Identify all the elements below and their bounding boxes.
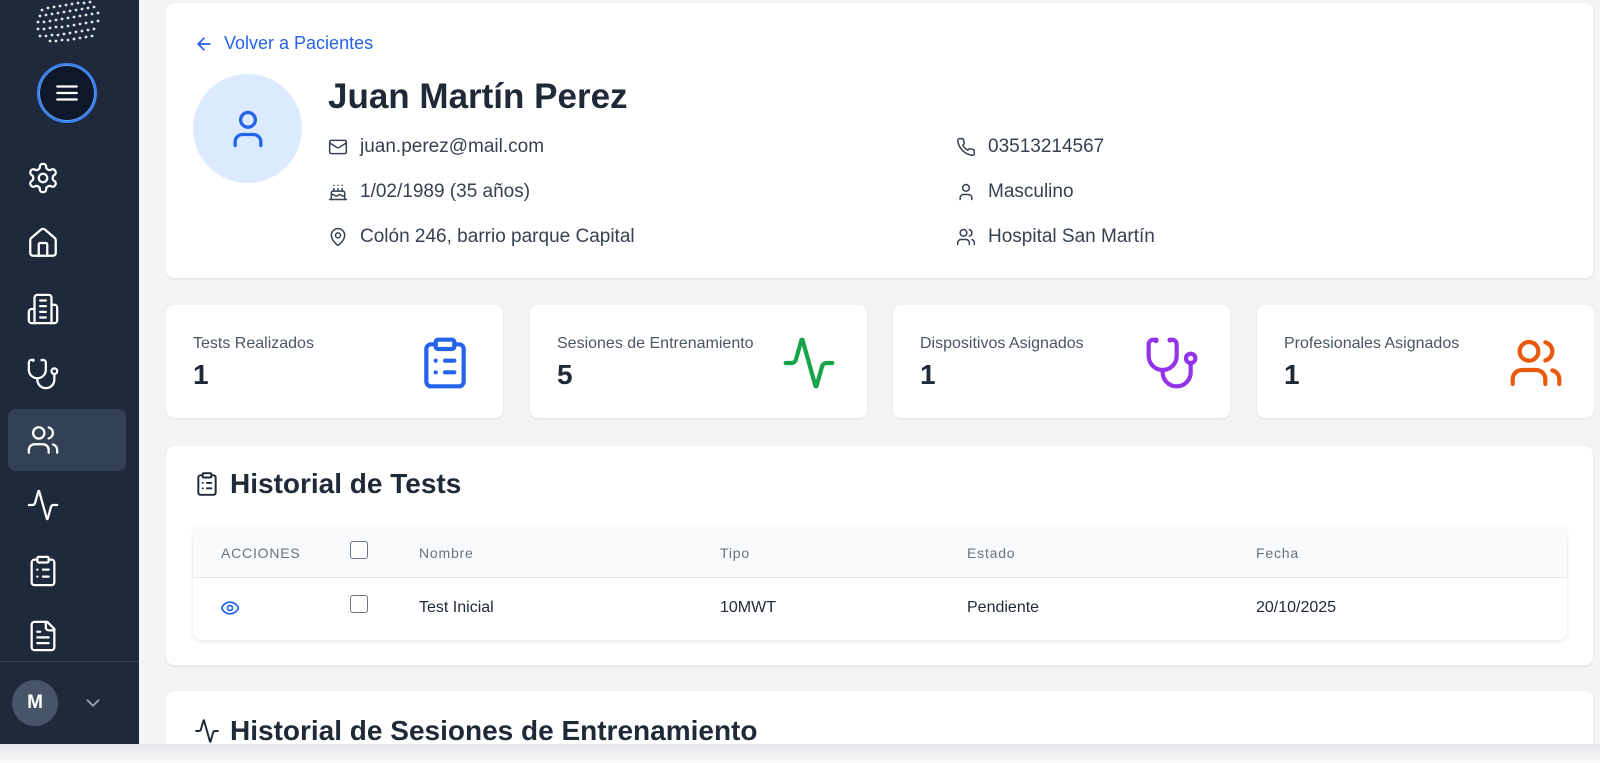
back-link-label: Volver a Pacientes [224, 33, 374, 53]
sidebar: M [0, 0, 139, 744]
column-header-acciones: ACCIONES [221, 545, 301, 561]
cake-icon [328, 184, 348, 201]
sessions-section-title: Historial de Sesiones de Entrenamiento [230, 715, 758, 746]
stat-label: Profesionales Asignados [1284, 335, 1460, 352]
stat-label: Dispositivos Asignados [920, 335, 1084, 352]
patient-phone: 03513214567 [956, 136, 1104, 158]
window-bottom-edge [0, 744, 1600, 763]
user-avatar[interactable]: M [12, 680, 58, 726]
patient-profile-card: Volver a Pacientes Juan Martín Perez jua… [166, 3, 1593, 278]
table-header: ACCIONES Nombre Tipo Estado Fecha [193, 527, 1567, 578]
column-header-tipo[interactable]: Tipo [720, 545, 750, 561]
activity-icon [27, 489, 59, 521]
stethoscope-icon [27, 358, 59, 390]
patient-email-value: juan.perez@mail.com [360, 136, 545, 157]
patient-institution: Hospital San Martín [956, 226, 1155, 248]
building-icon [27, 293, 59, 325]
brand-logo-icon [36, 0, 100, 43]
patient-gender-value: Masculino [988, 181, 1074, 202]
sidebar-item-devices[interactable] [8, 343, 126, 405]
sidebar-item-patients[interactable] [8, 409, 126, 471]
file-text-icon [30, 620, 56, 652]
patient-gender: Masculino [956, 181, 1074, 203]
clipboard-list-icon [424, 337, 466, 389]
users-icon [27, 426, 59, 454]
patient-birthdate-value: 1/02/1989 (35 años) [360, 181, 531, 202]
settings-icon [29, 162, 57, 194]
cell-fecha: 20/10/2025 [1256, 599, 1337, 616]
sidebar-item-tests[interactable] [8, 540, 126, 602]
cell-estado: Pendiente [967, 599, 1040, 616]
tests-section-heading: Historial de Tests [194, 468, 461, 500]
sidebar-item-institutions[interactable] [8, 278, 126, 340]
chevron-down-icon[interactable] [82, 692, 104, 714]
table-row[interactable]: Test Inicial 10MWT Pendiente 20/10/2025 [193, 578, 1567, 640]
user-icon [959, 183, 973, 201]
activity-icon [195, 719, 219, 743]
column-header-estado[interactable]: Estado [967, 545, 1015, 561]
home-icon [29, 227, 57, 257]
patient-avatar [193, 74, 302, 183]
stat-value: 1 [1284, 359, 1300, 390]
arrow-left-icon [197, 36, 211, 51]
cell-nombre: Test Inicial [419, 599, 494, 616]
stat-card-sessions: Sesiones de Entrenamiento 5 [530, 305, 867, 418]
users-icon [1510, 339, 1562, 387]
select-all-checkbox[interactable] [350, 541, 368, 559]
stethoscope-icon [1146, 337, 1198, 389]
patient-name: Juan Martín Perez [328, 77, 628, 116]
column-header-fecha[interactable]: Fecha [1256, 545, 1299, 561]
patient-address-value: Colón 246, barrio parque Capital [360, 226, 635, 247]
stat-card-tests: Tests Realizados 1 [166, 305, 503, 418]
tests-table: ACCIONES Nombre Tipo Estado Fecha Test I… [193, 527, 1567, 640]
stat-value: 1 [193, 359, 209, 390]
stat-value: 1 [920, 359, 936, 390]
column-header-nombre[interactable]: Nombre [419, 545, 474, 561]
map-pin-icon [330, 227, 346, 247]
sidebar-item-settings[interactable] [8, 147, 126, 209]
hamburger-icon [56, 85, 78, 101]
tests-history-card: Historial de Tests ACCIONES Nombre Tipo … [166, 446, 1593, 665]
sidebar-item-reports[interactable] [8, 605, 126, 667]
clipboard-list-icon [197, 472, 217, 496]
sessions-section-heading: Historial de Sesiones de Entrenamiento [194, 715, 757, 747]
back-to-patients-link[interactable]: Volver a Pacientes [194, 33, 373, 54]
sidebar-item-training[interactable] [8, 474, 126, 536]
row-checkbox[interactable] [350, 595, 368, 613]
stat-value: 5 [557, 359, 573, 390]
patient-address: Colón 246, barrio parque Capital [328, 226, 635, 248]
patient-phone-value: 03513214567 [988, 136, 1105, 157]
eye-icon[interactable] [220, 598, 240, 618]
stat-label: Sesiones de Entrenamiento [557, 335, 754, 352]
patient-email: juan.perez@mail.com [328, 136, 544, 158]
clipboard-list-icon [30, 555, 56, 587]
tests-section-title: Historial de Tests [230, 468, 462, 499]
sidebar-item-home[interactable] [8, 212, 126, 274]
user-icon [233, 110, 262, 147]
patient-institution-value: Hospital San Martín [988, 226, 1155, 247]
stat-label: Tests Realizados [193, 335, 314, 352]
mail-icon [328, 139, 348, 155]
cell-tipo: 10MWT [720, 599, 776, 616]
sidebar-divider [0, 661, 139, 662]
stat-card-devices: Dispositivos Asignados 1 [893, 305, 1230, 418]
users-icon [956, 228, 976, 246]
phone-icon [957, 137, 976, 157]
menu-toggle-button[interactable] [37, 63, 97, 123]
patient-birthdate: 1/02/1989 (35 años) [328, 181, 530, 203]
activity-icon [783, 337, 835, 389]
stat-card-professionals: Profesionales Asignados 1 [1257, 305, 1594, 418]
